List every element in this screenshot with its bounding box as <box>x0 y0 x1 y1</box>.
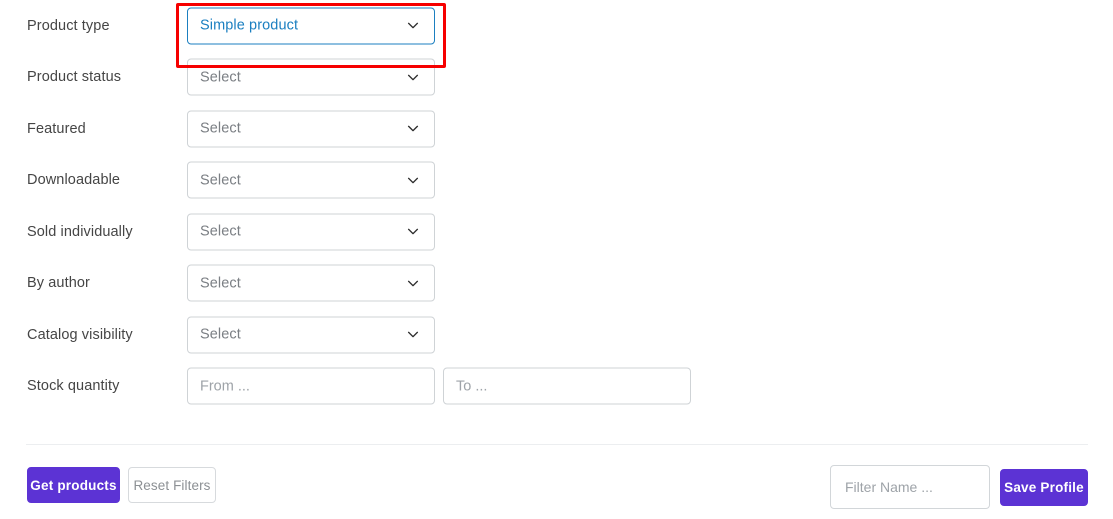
filter-control-wrap-catalog-visibility: Select <box>187 316 435 354</box>
filter-name-input[interactable] <box>830 465 990 509</box>
product-filter-panel: Product type Simple product Product status… <box>0 0 1113 519</box>
select-value-by-author: Select <box>200 275 241 292</box>
chevron-down-icon <box>406 173 420 187</box>
filter-row-featured: Featured Select <box>0 103 1113 155</box>
select-value-sold-individually: Select <box>200 223 241 240</box>
select-featured[interactable]: Select <box>187 110 435 148</box>
filter-label-sold-individually: Sold individually <box>27 223 133 240</box>
filter-label-by-author: By author <box>27 275 90 292</box>
reset-filters-button[interactable]: Reset Filters <box>128 467 216 503</box>
filter-row-downloadable: Downloadable Select <box>0 155 1113 207</box>
select-sold-individually[interactable]: Select <box>187 213 435 251</box>
filter-label-product-type: Product type <box>27 17 110 34</box>
chevron-down-icon <box>406 328 420 342</box>
filter-row-catalog-visibility: Catalog visibility Select <box>0 309 1113 361</box>
filter-row-product-type: Product type Simple product <box>0 0 1113 52</box>
stock-quantity-to-input[interactable] <box>443 367 691 405</box>
stock-quantity-range-wrap <box>187 367 691 405</box>
select-by-author[interactable]: Select <box>187 264 435 302</box>
filter-label-product-status: Product status <box>27 69 122 86</box>
filter-control-wrap-by-author: Select <box>187 264 435 302</box>
chevron-down-icon <box>406 19 420 33</box>
chevron-down-icon <box>406 122 420 136</box>
select-downloadable[interactable]: Select <box>187 161 435 199</box>
filter-control-wrap-featured: Select <box>187 110 435 148</box>
filter-label-downloadable: Downloadable <box>27 172 121 189</box>
chevron-down-icon <box>406 225 420 239</box>
filter-control-wrap-downloadable: Select <box>187 161 435 199</box>
filter-rows-container: Product type Simple product Product status… <box>0 0 1113 412</box>
chevron-down-icon <box>406 276 420 290</box>
chevron-down-icon <box>406 70 420 84</box>
save-profile-button[interactable]: Save Profile <box>1000 469 1088 506</box>
get-products-button[interactable]: Get products <box>27 467 120 503</box>
select-catalog-visibility[interactable]: Select <box>187 316 435 354</box>
select-value-featured: Select <box>200 120 241 137</box>
select-value-catalog-visibility: Select <box>200 326 241 343</box>
stock-quantity-from-input[interactable] <box>187 367 435 405</box>
filter-label-catalog-visibility: Catalog visibility <box>27 326 133 343</box>
select-value-product-status: Select <box>200 69 241 86</box>
select-product-type[interactable]: Simple product <box>187 7 435 45</box>
filter-control-wrap-sold-individually: Select <box>187 213 435 251</box>
filter-row-by-author: By author Select <box>0 258 1113 310</box>
select-product-status[interactable]: Select <box>187 58 435 96</box>
filter-row-stock-quantity: Stock quantity <box>0 361 1113 413</box>
filter-row-sold-individually: Sold individually Select <box>0 206 1113 258</box>
filter-row-product-status: Product status Select <box>0 52 1113 104</box>
filter-label-featured: Featured <box>27 120 86 137</box>
filter-label-stock-quantity: Stock quantity <box>27 378 120 395</box>
select-value-downloadable: Select <box>200 172 241 189</box>
filter-control-wrap-product-status: Select <box>187 58 435 96</box>
filter-control-wrap-product-type: Simple product <box>187 7 435 45</box>
select-value-product-type: Simple product <box>200 17 299 34</box>
